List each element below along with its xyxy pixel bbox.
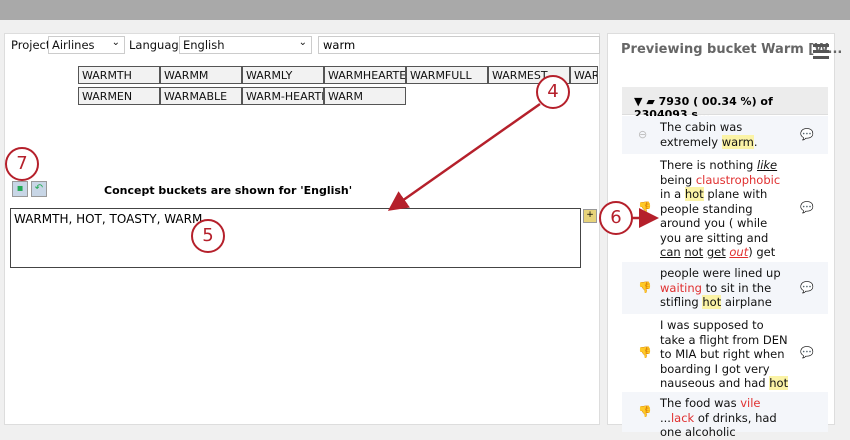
callout-6: 6 <box>599 201 633 235</box>
callout-7: 7 <box>5 147 39 181</box>
callout-4-arrow <box>387 102 541 211</box>
annotation-arrows <box>387 102 659 228</box>
callout-4: 4 <box>536 75 570 109</box>
callout-5: 5 <box>191 219 225 253</box>
